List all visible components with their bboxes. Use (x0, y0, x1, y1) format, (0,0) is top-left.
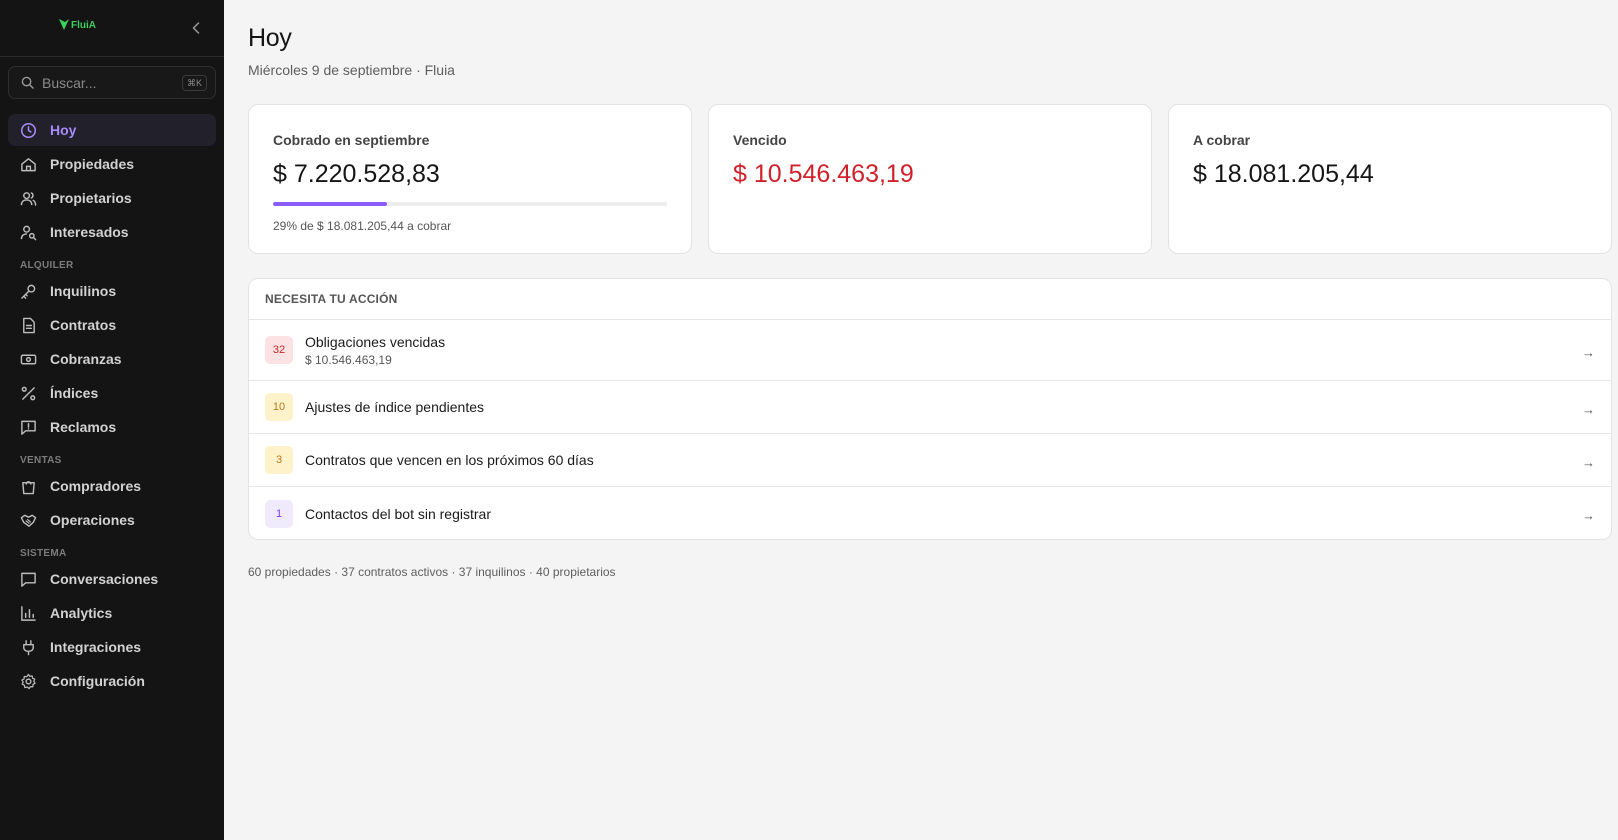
page-subtitle: Miércoles 9 de septiembre · Fluia (248, 62, 455, 78)
gear-icon (20, 673, 37, 690)
sidebar-item-indices[interactable]: Índices (8, 377, 216, 409)
sidebar-item-label: Reclamos (50, 419, 117, 435)
sidebar-item-interesados[interactable]: Interesados (8, 216, 216, 248)
brand-logo[interactable]: FluiA (58, 18, 96, 32)
document-icon (20, 317, 37, 334)
arrow-right-icon: → (1582, 454, 1595, 470)
progress-fill (273, 202, 388, 206)
sidebar-item-label: Interesados (50, 224, 129, 240)
sidebar-item-label: Propietarios (50, 190, 132, 206)
action-row-overdue[interactable]: 32 Obligaciones vencidas $ 10.546.463,19… (249, 320, 1611, 381)
sidebar-item-propietarios[interactable]: Propietarios (8, 182, 216, 214)
action-row-bot-contacts[interactable]: 1 Contactos del bot sin registrar → (249, 487, 1611, 539)
sidebar-item-compradores[interactable]: Compradores (8, 470, 216, 502)
sidebar-item-conversaciones[interactable]: Conversaciones (8, 563, 216, 595)
sidebar-item-propiedades[interactable]: Propiedades (8, 148, 216, 180)
search-box[interactable]: ⌘K (8, 66, 216, 99)
sidebar-nav: Hoy Propiedades Propietarios Interesados… (8, 114, 216, 699)
sidebar-item-label: Compradores (50, 478, 142, 494)
page-title: Hoy (248, 24, 292, 52)
action-title: Ajustes de índice pendientes (305, 399, 485, 415)
action-row-index-adjustments[interactable]: 10 Ajustes de índice pendientes → (249, 381, 1611, 434)
card-note: 29% de $ 18.081.205,44 a cobrar (273, 219, 452, 233)
sidebar-item-contratos[interactable]: Contratos (8, 309, 216, 341)
card-value: $ 10.546.463,19 (733, 160, 914, 188)
arrow-right-icon: → (1582, 344, 1595, 360)
sidebar-item-label: Inquilinos (50, 283, 117, 299)
card-value: $ 7.220.528,83 (273, 160, 440, 188)
action-row-expiring-contracts[interactable]: 3 Contratos que vencen en los próximos 6… (249, 434, 1611, 487)
count-badge: 10 (265, 393, 293, 421)
banknote-icon (20, 351, 37, 368)
action-subtitle: $ 10.546.463,19 (305, 352, 392, 367)
section-title-alquiler: ALQUILER (20, 260, 74, 271)
arrow-right-icon: → (1582, 508, 1595, 523)
card-label: A cobrar (1193, 132, 1251, 148)
alert-message-icon (20, 419, 37, 436)
sidebar-header: FluiA (0, 0, 224, 57)
overdue-card: Vencido $ 10.546.463,19 (708, 104, 1152, 254)
arrow-right-icon: → (1582, 401, 1595, 417)
handshake-icon (20, 512, 37, 529)
sidebar-item-hoy[interactable]: Hoy (8, 114, 216, 146)
action-title: Contratos que vencen en los próximos 60 … (305, 452, 594, 468)
sidebar-item-label: Conversaciones (50, 571, 159, 587)
receivable-card: A cobrar $ 18.081.205,44 (1168, 104, 1612, 254)
brand-name: FluiA (71, 20, 96, 31)
section-title-sistema: SISTEMA (20, 548, 67, 559)
users-icon (20, 190, 37, 207)
bar-chart-icon (20, 605, 37, 622)
leaf-logo-icon (59, 19, 69, 30)
sidebar-item-label: Propiedades (50, 156, 135, 172)
clock-icon (20, 122, 37, 139)
chevron-left-icon (192, 22, 200, 34)
main-content: Hoy Miércoles 9 de septiembre · Fluia Co… (224, 0, 1618, 840)
card-value: $ 18.081.205,44 (1193, 160, 1374, 188)
sidebar-item-inquilinos[interactable]: Inquilinos (8, 275, 216, 307)
action-title: Obligaciones vencidas (305, 333, 446, 350)
message-icon (20, 571, 37, 588)
collection-progress-bar (273, 202, 667, 206)
sidebar-item-label: Cobranzas (50, 351, 122, 367)
panel-title: NECESITA TU ACCIÓN (249, 279, 1611, 320)
sidebar-item-configuracion[interactable]: Configuración (8, 665, 216, 697)
sidebar-item-operaciones[interactable]: Operaciones (8, 504, 216, 536)
sidebar-item-label: Analytics (50, 605, 113, 621)
action-title: Contactos del bot sin registrar (305, 505, 491, 522)
summary-stats: 60 propiedades · 37 contratos activos · … (248, 565, 616, 579)
plug-icon (20, 639, 37, 656)
sidebar-item-label: Contratos (50, 317, 117, 333)
collapse-sidebar-button[interactable] (188, 19, 204, 37)
sidebar: FluiA ⌘K Hoy Propiedades (0, 0, 224, 840)
collected-card: Cobrado en septiembre $ 7.220.528,83 29%… (248, 104, 692, 254)
percent-icon (20, 385, 37, 402)
sidebar-item-integraciones[interactable]: Integraciones (8, 631, 216, 663)
count-badge: 1 (265, 499, 293, 528)
building-icon (20, 156, 37, 173)
shopping-bag-icon (20, 478, 37, 495)
sidebar-item-label: Hoy (50, 122, 77, 138)
sidebar-item-label: Operaciones (50, 512, 135, 528)
action-panel: NECESITA TU ACCIÓN 32 Obligaciones venci… (248, 278, 1612, 540)
card-label: Cobrado en septiembre (273, 132, 430, 148)
key-icon (20, 283, 37, 300)
sidebar-item-label: Índices (50, 385, 99, 401)
card-label: Vencido (733, 132, 787, 148)
sidebar-item-label: Integraciones (50, 639, 142, 655)
count-badge: 32 (265, 336, 293, 364)
sidebar-item-label: Configuración (50, 673, 145, 689)
user-search-icon (20, 224, 37, 241)
sidebar-item-cobranzas[interactable]: Cobranzas (8, 343, 216, 375)
count-badge: 3 (265, 446, 293, 474)
search-shortcut-badge: ⌘K (181, 74, 207, 91)
search-icon (21, 76, 34, 89)
section-title-ventas: VENTAS (20, 455, 62, 466)
sidebar-item-reclamos[interactable]: Reclamos (8, 411, 216, 443)
sidebar-item-analytics[interactable]: Analytics (8, 597, 216, 629)
search-input[interactable] (42, 74, 172, 91)
